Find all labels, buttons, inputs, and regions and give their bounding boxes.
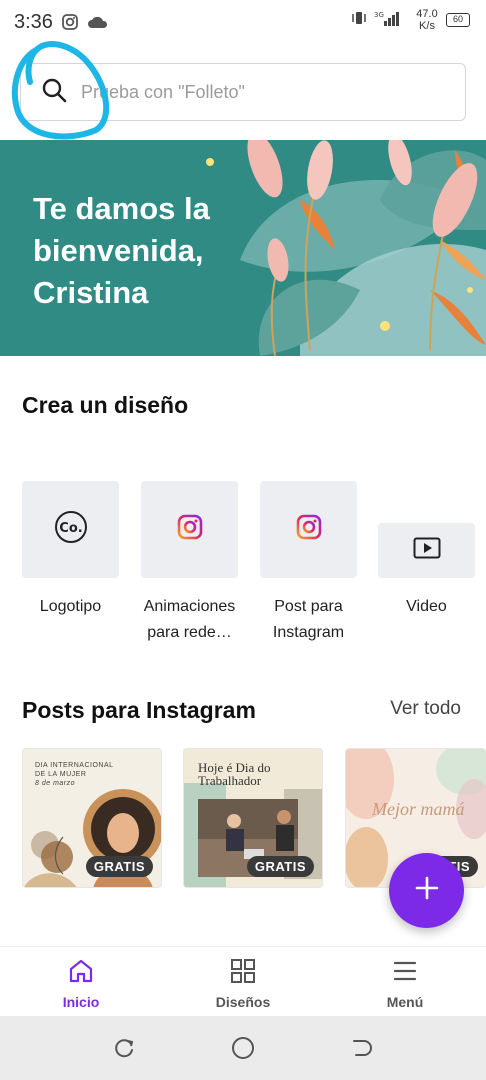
template-line: Trabalhador (198, 773, 262, 788)
search-bar[interactable]: Prueba con "Folleto" (20, 63, 466, 121)
home-button-icon[interactable] (231, 1036, 255, 1065)
template-card[interactable]: DIA INTERNACIONAL DE LA MUJER 8 de marzo… (22, 748, 162, 888)
create-item-post-instagram[interactable]: Post para Instagram (260, 481, 357, 646)
network-speed: 47.0 K/s (414, 8, 440, 32)
bottom-nav: Inicio Diseños Menú (0, 946, 486, 1016)
battery-indicator: 60 (446, 13, 470, 27)
plus-icon (414, 875, 440, 906)
video-play-icon (413, 537, 441, 564)
network-speed-value: 47.0 (416, 8, 438, 20)
create-item-label: Post para Instagram (272, 598, 345, 641)
nav-item-menu[interactable]: Menú (345, 957, 465, 1010)
nav-item-disenos[interactable]: Diseños (183, 957, 303, 1010)
template-text: Hoje é Dia do Trabalhador (198, 761, 271, 787)
welcome-heading: Te damos la bienvenida, Cristina (33, 191, 210, 310)
svg-text:Co.: Co. (59, 521, 82, 536)
screen: 3:36 3G 47.0 K/s 60 Prueba con "Folleto" (0, 0, 486, 1080)
template-text: Mejor mamá (372, 799, 465, 819)
logo-co-icon: Co. (54, 510, 88, 549)
create-item-thumb[interactable] (260, 481, 357, 578)
nav-label: Menú (386, 994, 424, 1010)
back-icon[interactable] (350, 1036, 374, 1065)
welcome-banner: Te damos la bienvenida, Cristina (0, 140, 486, 356)
instagram-icon (177, 514, 203, 545)
create-item-video[interactable]: Video (378, 523, 475, 620)
see-all-link[interactable]: Ver todo (390, 698, 461, 720)
instagram-notification-icon (61, 13, 79, 31)
create-item-label: Animaciones para rede… (143, 598, 236, 641)
recents-icon[interactable] (112, 1036, 136, 1065)
create-item-label: Logotipo (39, 598, 102, 615)
status-bar: 3:36 3G 47.0 K/s 60 (0, 0, 486, 44)
vibrate-icon (350, 9, 368, 32)
home-icon (67, 959, 95, 989)
nav-label: Diseños (215, 994, 271, 1010)
free-badge: GRATIS (246, 856, 314, 877)
template-card[interactable]: Hoje é Dia do Trabalhador GRATIS (183, 748, 323, 888)
create-design-fab[interactable] (389, 853, 464, 928)
create-item-thumb[interactable] (378, 523, 475, 578)
nav-item-inicio[interactable]: Inicio (21, 957, 141, 1010)
signal-icon: 3G (374, 9, 408, 32)
create-item-thumb[interactable] (141, 481, 238, 578)
create-item-thumb[interactable]: Co. (22, 481, 119, 578)
create-item-logotipo[interactable]: Co. Logotipo (22, 481, 119, 620)
posts-section-title: Posts para Instagram (22, 697, 256, 723)
cloud-icon (87, 15, 109, 29)
create-item-animaciones[interactable]: Animaciones para rede… (141, 481, 238, 646)
status-time: 3:36 (14, 10, 53, 33)
svg-text:3G: 3G (374, 11, 384, 19)
network-speed-unit: K/s (419, 20, 435, 32)
create-section-title: Crea un diseño (22, 392, 189, 418)
system-nav-bar (0, 1016, 486, 1080)
search-input[interactable]: Prueba con "Folleto" (81, 82, 245, 103)
status-right: 3G 47.0 K/s 60 (350, 8, 470, 32)
instagram-icon (296, 514, 322, 545)
free-badge: GRATIS (85, 856, 153, 877)
search-icon[interactable] (41, 77, 67, 108)
menu-icon (391, 961, 419, 989)
grid-icon (229, 959, 257, 989)
create-item-label: Video (406, 598, 447, 615)
nav-label: Inicio (62, 994, 100, 1010)
